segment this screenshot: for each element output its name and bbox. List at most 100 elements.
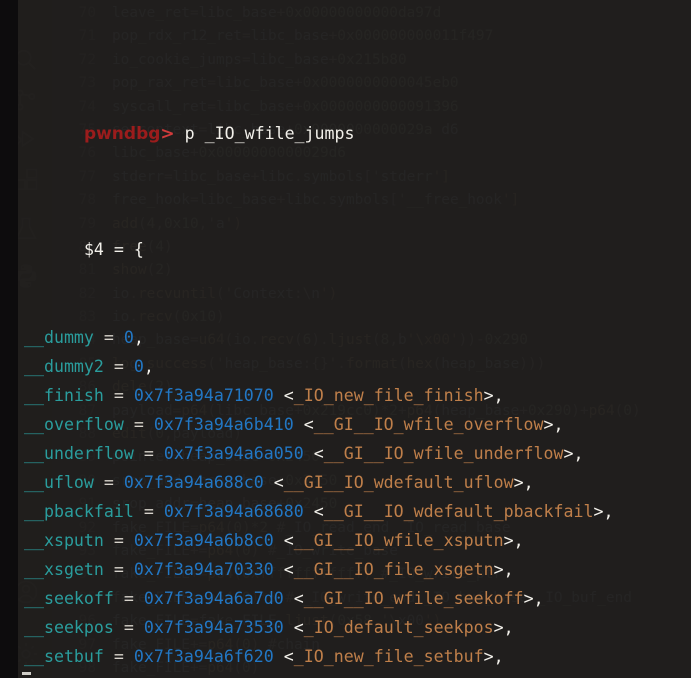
- angle-open: <: [313, 443, 324, 463]
- field-comma: ,: [573, 443, 584, 463]
- field-symbol: __GI__IO_wfile_underflow: [323, 443, 564, 463]
- terminal-output: pwndbg> p _IO_wfile_jumps $4 = { __dummy…: [0, 3, 691, 678]
- struct-field-row: __dummy = 0,: [4, 323, 691, 352]
- field-equals: =: [93, 472, 124, 492]
- struct-field-row: __finish = 0x7f3a94a71070 <_IO_new_file_…: [4, 381, 691, 410]
- field-value: 0: [123, 327, 134, 347]
- field-name: __dummy: [23, 327, 94, 347]
- prompt-label: pwndbg: [83, 124, 161, 145]
- field-comma: ,: [523, 472, 534, 492]
- terminal-prompt-line: pwndbg> p _IO_wfile_jumps: [4, 90, 691, 144]
- field-comma: ,: [513, 530, 524, 550]
- prompt-arrow: >: [160, 124, 175, 145]
- field-symbol: __GI__IO_wfile_overflow: [313, 414, 544, 434]
- struct-field-row: __xsgetn = 0x7f3a94a70330 <__GI__IO_file…: [4, 555, 691, 584]
- field-value: 0x7f3a94a6a050: [163, 443, 304, 463]
- field-value: 0x7f3a94a71070: [133, 385, 274, 405]
- struct-field-row: __xsputn = 0x7f3a94a6b8c0 <__GI__IO_wfil…: [4, 526, 691, 555]
- field-value: 0x7f3a94a688c0: [123, 472, 264, 492]
- struct-field-row: __sync = 0x7f3a94a6b720 <__GI__IO_wfile_…: [4, 671, 691, 678]
- angle-close: >: [493, 559, 504, 579]
- screen-root: 70leave_ret=libc_base+0x00000000000da97d…: [0, 0, 691, 678]
- field-name: __seekoff: [23, 588, 114, 608]
- field-name: __underflow: [23, 443, 134, 463]
- field-value: 0x7f3a94a6a7d0: [143, 588, 284, 608]
- field-comma: ,: [503, 617, 514, 637]
- field-comma: ,: [553, 414, 564, 434]
- angle-open: <: [283, 559, 294, 579]
- field-comma: ,: [143, 356, 154, 376]
- field-value: 0x7f3a94a6b410: [153, 414, 294, 434]
- command-text: p _IO_wfile_jumps: [174, 124, 355, 144]
- field-comma: ,: [493, 385, 504, 405]
- field-equals: =: [133, 443, 164, 463]
- angle-open: <: [283, 647, 294, 667]
- field-symbol: _IO_new_file_setbuf: [293, 647, 484, 667]
- angle-close: >: [483, 385, 494, 405]
- field-name: __overflow: [23, 414, 124, 434]
- struct-field-row: __setbuf = 0x7f3a94a6f620 <_IO_new_file_…: [4, 642, 691, 671]
- field-symbol: __GI__IO_wdefault_pbackfail: [323, 501, 594, 521]
- angle-open: <: [273, 472, 284, 492]
- field-comma: ,: [533, 588, 544, 608]
- angle-close: >: [483, 647, 494, 667]
- field-equals: =: [103, 385, 134, 405]
- field-name: __xsputn: [23, 530, 104, 550]
- field-equals: =: [93, 327, 124, 347]
- field-symbol: __GI__IO_wfile_xsputn: [293, 530, 504, 550]
- terminal-cursor: [22, 672, 31, 675]
- field-symbol: __GI__IO_file_xsgetn: [293, 559, 494, 579]
- field-value: 0: [133, 356, 144, 376]
- field-equals: =: [103, 530, 134, 550]
- field-equals: =: [103, 559, 134, 579]
- angle-close: >: [543, 414, 554, 434]
- field-symbol: _IO_new_file_finish: [293, 385, 484, 405]
- field-equals: =: [133, 501, 164, 521]
- field-equals: =: [113, 617, 144, 637]
- struct-field-list: __dummy = 0, __dummy2 = 0, __finish = 0x…: [4, 323, 691, 678]
- struct-field-row: __uflow = 0x7f3a94a688c0 <__GI__IO_wdefa…: [4, 468, 691, 497]
- field-equals: =: [103, 647, 134, 667]
- struct-field-row: __dummy2 = 0,: [4, 352, 691, 381]
- field-name: __uflow: [23, 472, 94, 492]
- angle-close: >: [513, 472, 524, 492]
- field-comma: ,: [133, 327, 144, 347]
- angle-open: <: [303, 414, 314, 434]
- field-comma: ,: [503, 559, 514, 579]
- field-value: 0x7f3a94a6f620: [133, 647, 274, 667]
- field-comma: ,: [603, 501, 614, 521]
- struct-field-row: __underflow = 0x7f3a94a6a050 <__GI__IO_w…: [4, 439, 691, 468]
- struct-field-row: __pbackfail = 0x7f3a94a68680 <__GI__IO_w…: [4, 497, 691, 526]
- field-name: __seekpos: [23, 617, 114, 637]
- struct-field-row: __seekpos = 0x7f3a94a73530 <_IO_default_…: [4, 613, 691, 642]
- field-equals: =: [123, 414, 154, 434]
- field-name: __dummy2: [23, 356, 104, 376]
- field-name: __finish: [23, 385, 104, 405]
- field-value: 0x7f3a94a70330: [133, 559, 274, 579]
- struct-field-row: __overflow = 0x7f3a94a6b410 <__GI__IO_wf…: [4, 410, 691, 439]
- angle-open: <: [293, 617, 304, 637]
- terminal-overlay[interactable]: pwndbg> p _IO_wfile_jumps $4 = { __dummy…: [0, 0, 691, 678]
- field-equals: =: [103, 356, 134, 376]
- field-name: __setbuf: [23, 647, 104, 667]
- field-symbol: _IO_default_seekpos: [303, 617, 494, 637]
- field-value: 0x7f3a94a68680: [163, 501, 304, 521]
- angle-close: >: [493, 617, 504, 637]
- angle-close: >: [523, 588, 534, 608]
- field-name: __xsgetn: [23, 559, 104, 579]
- field-name: __pbackfail: [23, 501, 134, 521]
- angle-close: >: [593, 501, 604, 521]
- result-head-line: $4 = {: [4, 206, 691, 259]
- angle-open: <: [313, 501, 324, 521]
- field-comma: ,: [493, 647, 504, 667]
- field-value: 0x7f3a94a73530: [143, 617, 284, 637]
- result-head: $4 = {: [83, 240, 144, 260]
- struct-field-row: __seekoff = 0x7f3a94a6a7d0 <__GI__IO_wfi…: [4, 584, 691, 613]
- angle-open: <: [293, 588, 304, 608]
- field-value: 0x7f3a94a6b8c0: [133, 530, 274, 550]
- angle-close: >: [503, 530, 514, 550]
- field-symbol: __GI__IO_wdefault_uflow: [283, 472, 514, 492]
- angle-open: <: [283, 530, 294, 550]
- angle-close: >: [563, 443, 574, 463]
- field-symbol: __GI__IO_wfile_seekoff: [303, 588, 524, 608]
